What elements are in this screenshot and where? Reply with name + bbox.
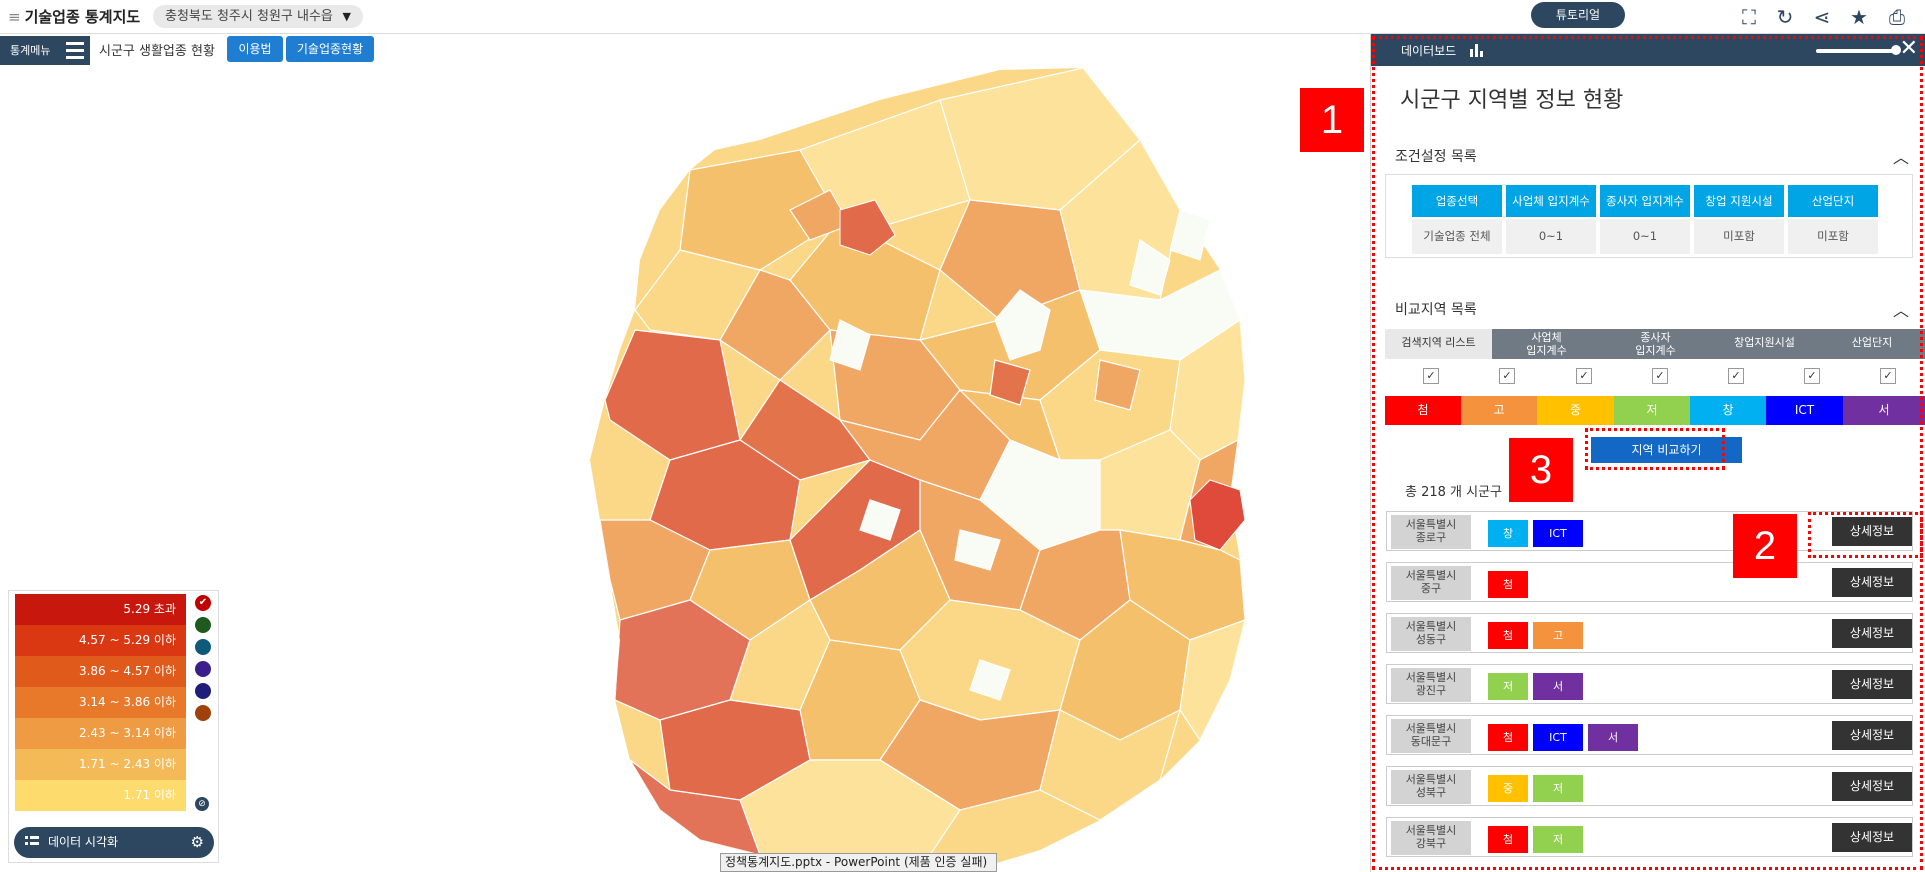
- top-bar: ≡ 기술업종 통계지도 충청북도 청주시 청원구 내수읍 ▼ 튜토리얼 ⛶ ↻ ⋖ …: [0, 0, 1925, 34]
- map-legend: 5.29 초과 4.57 ~ 5.29 이하 3.86 ~ 4.57 이하 3.…: [8, 590, 219, 863]
- annotation-outline-compare: [1585, 428, 1725, 470]
- howto-button[interactable]: 이용법: [227, 36, 283, 62]
- app-title[interactable]: ≡ 기술업종 통계지도: [8, 6, 140, 27]
- fullscreen-icon[interactable]: ⛶: [1737, 5, 1761, 29]
- legend-row[interactable]: 3.14 ~ 3.86 이하: [15, 687, 186, 718]
- gear-icon[interactable]: ⚙: [191, 827, 204, 858]
- location-text: 충청북도 청주시 청원구 내수읍: [165, 9, 333, 24]
- legend-row[interactable]: 1.71 이하: [15, 780, 186, 811]
- color-swatch[interactable]: [195, 705, 211, 721]
- refresh-icon[interactable]: ↻: [1773, 5, 1797, 29]
- legend-row[interactable]: 3.86 ~ 4.57 이하: [15, 656, 186, 687]
- taskbar-tooltip: 정책통계지도.pptx - PowerPoint (제품 인증 실패): [720, 853, 997, 872]
- app-title-text: 기술업종 통계지도: [24, 8, 141, 26]
- color-swatch[interactable]: [195, 683, 211, 699]
- data-visualization-button[interactable]: 데이터 시각화 ⚙: [14, 827, 214, 858]
- legend-row[interactable]: 1.71 ~ 2.43 이하: [15, 749, 186, 780]
- annotation-badge: 1: [1300, 88, 1364, 152]
- color-swatch[interactable]: [195, 617, 211, 633]
- menu-icon: [66, 42, 84, 59]
- print-icon[interactable]: ⎙: [1885, 5, 1909, 29]
- color-swatch[interactable]: [195, 639, 211, 655]
- annotation-outline-detail: [1808, 512, 1923, 558]
- section-title: 시군구 생활업종 현황: [99, 44, 215, 59]
- reset-icon[interactable]: ⊘: [195, 797, 209, 811]
- location-selector[interactable]: 충청북도 청주시 청원구 내수읍 ▼: [153, 5, 363, 28]
- stat-menu-label: 통계메뉴: [10, 44, 51, 57]
- star-icon[interactable]: ★: [1847, 5, 1871, 29]
- tech-status-button[interactable]: 기술업종현황: [286, 36, 374, 62]
- legend-row[interactable]: 5.29 초과: [15, 594, 186, 625]
- list-icon: [25, 836, 39, 845]
- share-icon[interactable]: ⋖: [1810, 5, 1834, 29]
- hamburger-icon[interactable]: ≡: [8, 8, 21, 26]
- color-swatch-checked-icon[interactable]: ✔: [195, 595, 211, 611]
- tutorial-button[interactable]: 튜토리얼: [1531, 2, 1625, 28]
- legend-row[interactable]: 4.57 ~ 5.29 이하: [15, 625, 186, 656]
- legend-row[interactable]: 2.43 ~ 3.14 이하: [15, 718, 186, 749]
- color-swatch[interactable]: [195, 661, 211, 677]
- data-visualization-label: 데이터 시각화: [48, 835, 119, 849]
- dropdown-arrow-icon: ▼: [342, 10, 351, 23]
- annotation-badge: 3: [1509, 438, 1573, 502]
- stat-menu-button[interactable]: 통계메뉴: [0, 36, 90, 65]
- annotation-badge: 2: [1733, 514, 1797, 578]
- choropleth-map[interactable]: [540, 60, 1340, 872]
